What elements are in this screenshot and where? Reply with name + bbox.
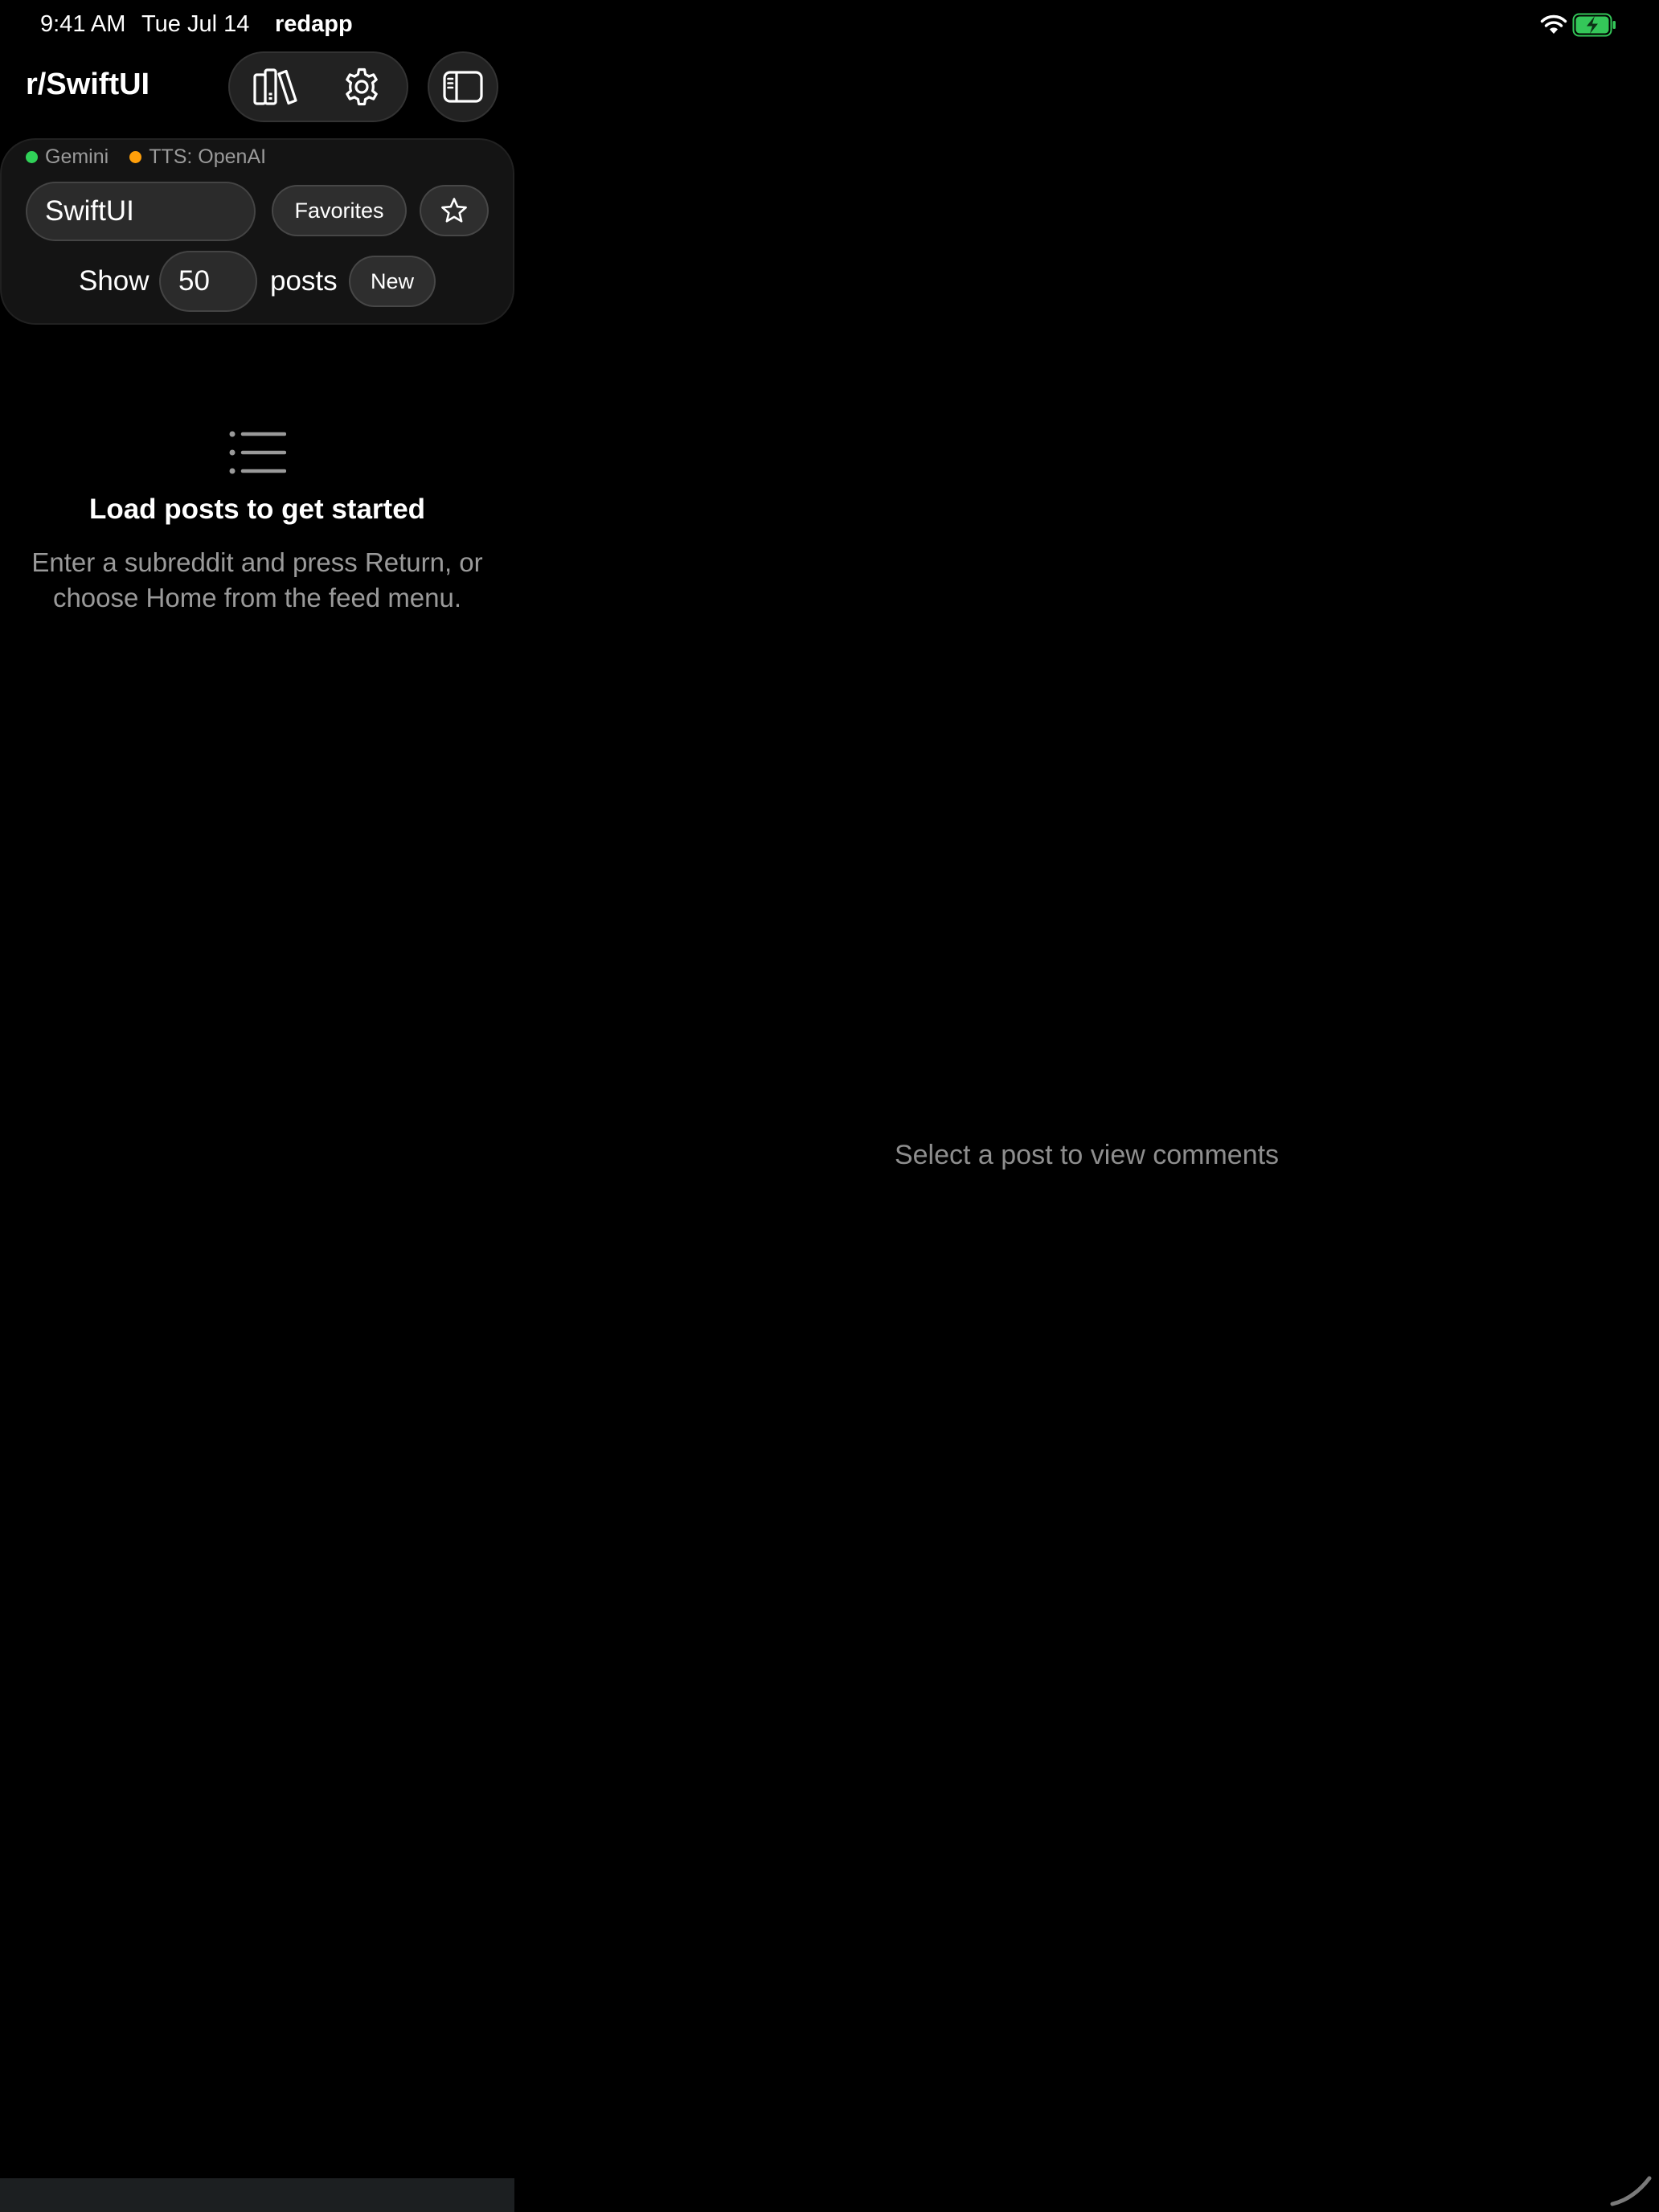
service-status-row: Gemini TTS: OpenAI: [26, 145, 287, 169]
toolbar-group: [228, 51, 408, 122]
favorites-button[interactable]: Favorites: [272, 185, 407, 236]
sidebar-left-icon: [443, 71, 483, 103]
service-label: Gemini: [45, 145, 109, 168]
show-label: Show: [79, 265, 150, 297]
sidebar-toggle-button[interactable]: [428, 51, 498, 122]
resize-handle-icon[interactable]: [1609, 2172, 1654, 2207]
settings-button[interactable]: [322, 51, 402, 122]
star-icon: [441, 198, 467, 223]
empty-state-message: Enter a subreddit and press Return, or c…: [31, 547, 483, 612]
detail-placeholder: Select a post to view comments: [894, 1140, 1280, 1170]
service-label: TTS: OpenAI: [149, 145, 267, 168]
battery-charging-icon: [1572, 13, 1616, 37]
status-time: 9:41 AM: [40, 11, 126, 37]
post-count-input[interactable]: [159, 251, 257, 312]
service-status-tts: TTS: OpenAI: [129, 145, 266, 169]
subreddit-input[interactable]: [26, 182, 256, 241]
service-status-gemini: Gemini: [26, 145, 109, 169]
page-title: r/SwiftUI: [26, 68, 150, 101]
library-button[interactable]: [235, 51, 315, 122]
wifi-icon: [1540, 14, 1567, 34]
status-app-name: redapp: [275, 11, 353, 37]
status-bar: 9:41 AM Tue Jul 14 redapp: [0, 0, 1659, 51]
status-date: Tue Jul 14: [141, 11, 250, 37]
list-bullet-icon: [229, 431, 286, 474]
add-favorite-button[interactable]: [420, 185, 489, 236]
app-screen: 9:41 AM Tue Jul 14 redapp r/SwiftUI Gemi…: [0, 0, 1659, 2212]
status-dot-orange: [129, 150, 142, 163]
sort-button[interactable]: New: [349, 256, 436, 307]
posts-label: posts: [270, 265, 338, 297]
books-icon: [253, 68, 297, 105]
empty-state-title: Load posts to get started: [88, 494, 426, 525]
gear-icon: [346, 68, 378, 106]
sidebar-bottom-bar: [0, 2178, 514, 2212]
status-dot-green: [26, 150, 38, 163]
